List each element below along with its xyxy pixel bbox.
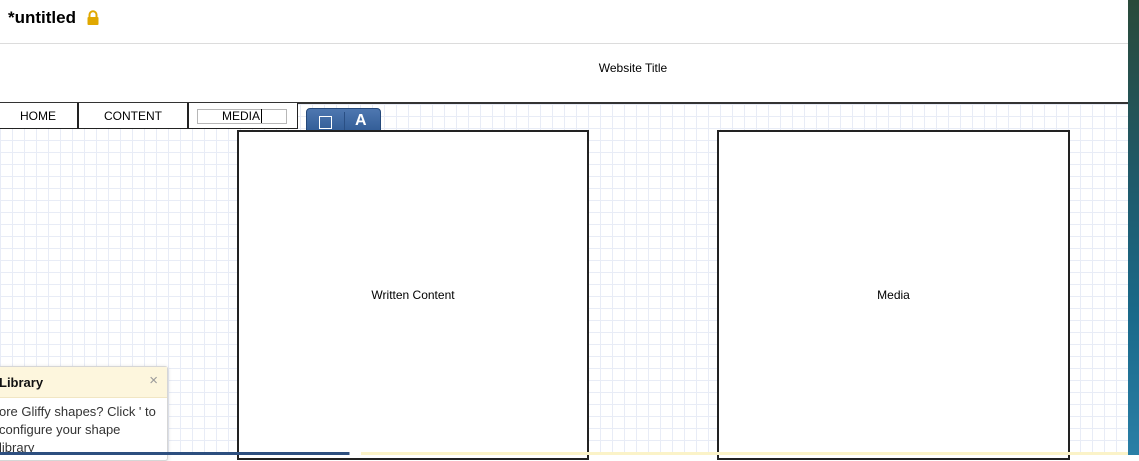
media-label: Media [877, 288, 910, 302]
document-title[interactable]: *untitled [8, 8, 76, 28]
written-content-label: Written Content [371, 288, 455, 302]
popup-header: Library × [0, 367, 167, 398]
text-tool-button[interactable]: A [355, 112, 367, 130]
desktop-background-edge [1128, 0, 1139, 455]
shape-library-popup: Library × ore Gliffy shapes? Click ' to … [0, 366, 168, 461]
nav-item-home[interactable]: HOME [0, 103, 78, 129]
nav-item-media-edit-field[interactable]: MEDIA [197, 109, 287, 124]
website-title-band[interactable]: Website Title [0, 44, 1128, 104]
square-outline-icon[interactable] [319, 116, 332, 129]
lock-icon[interactable] [86, 10, 100, 26]
popup-title: Library [0, 375, 44, 390]
nav-media-edit-text: MEDIA [221, 109, 260, 123]
toolbar-divider [344, 112, 345, 132]
popup-body-text: ore Gliffy shapes? Click ' to configure … [0, 404, 156, 455]
website-title-text: Website Title [598, 61, 668, 75]
close-icon[interactable]: × [149, 372, 158, 389]
text-cursor [261, 109, 262, 123]
written-content-box[interactable]: Written Content [237, 130, 589, 460]
media-box[interactable]: Media [717, 130, 1070, 460]
nav-item-content[interactable]: CONTENT [78, 103, 188, 129]
nav-item-media[interactable]: MEDIA [188, 103, 298, 129]
document-header: *untitled [0, 0, 1128, 44]
